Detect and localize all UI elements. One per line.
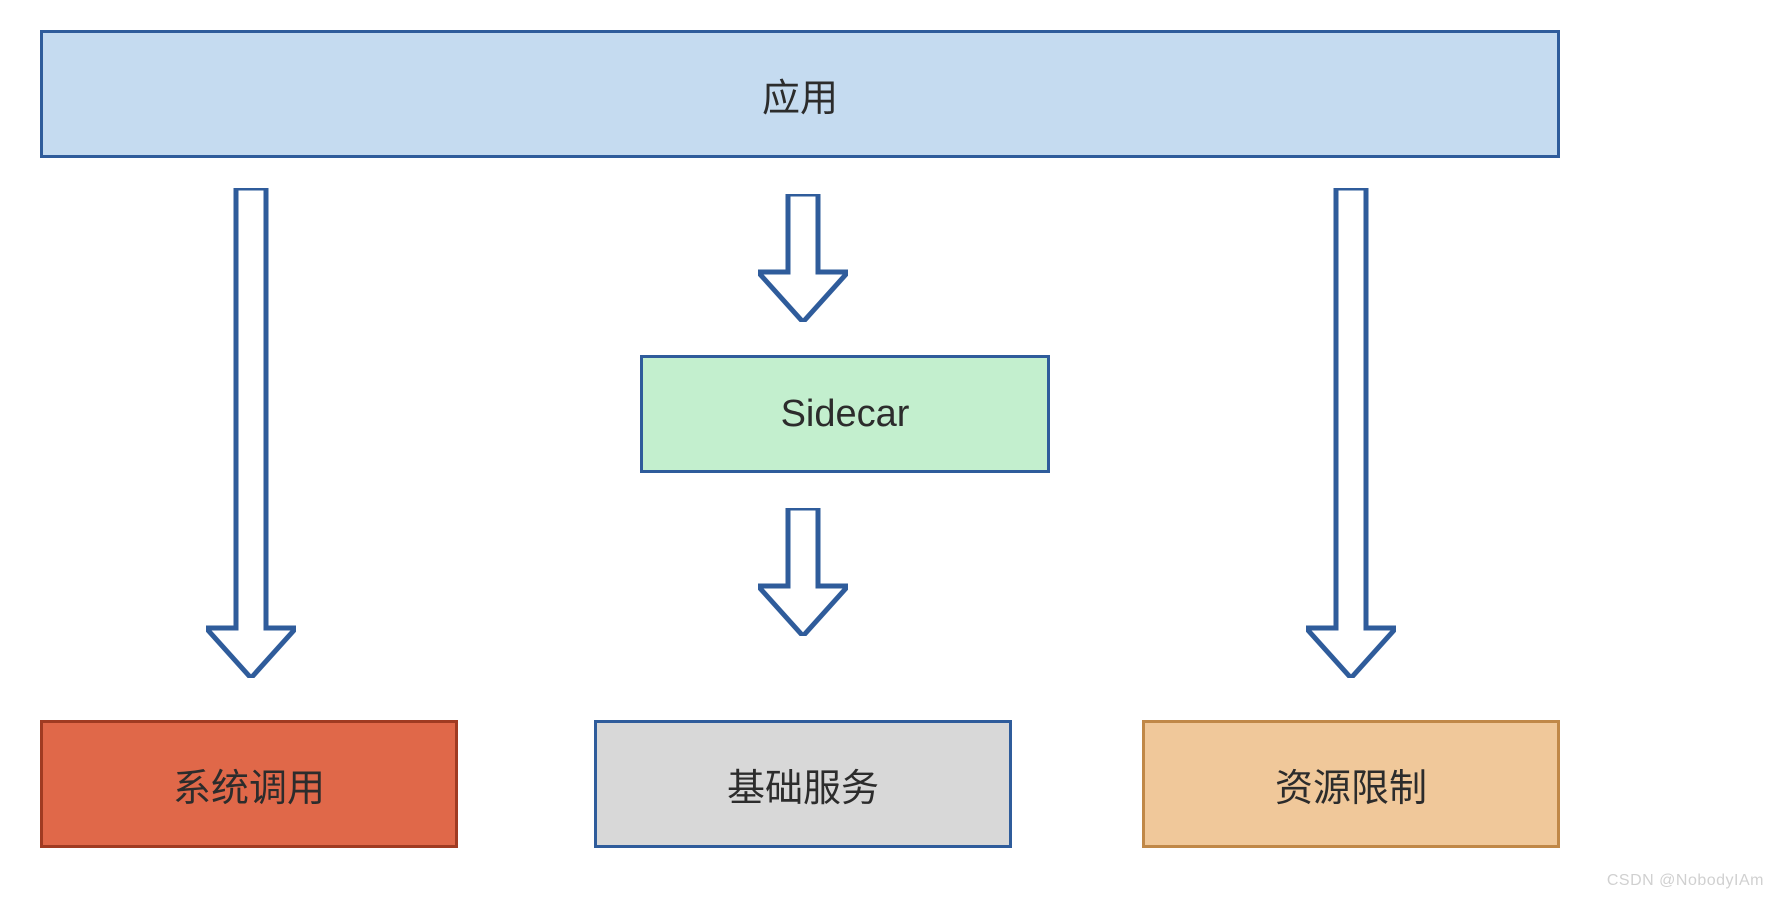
box-application: 应用 <box>40 30 1560 158</box>
arrow-application-to-system-call <box>206 188 296 678</box>
arrow-sidecar-to-base-service <box>758 508 848 636</box>
box-resource-limit-label: 资源限制 <box>1275 757 1427 812</box>
box-resource-limit: 资源限制 <box>1142 720 1560 848</box>
box-sidecar: Sidecar <box>640 355 1050 473</box>
box-base-service: 基础服务 <box>594 720 1012 848</box>
box-system-call: 系统调用 <box>40 720 458 848</box>
box-application-label: 应用 <box>762 67 838 122</box>
watermark: CSDN @NobodyIAm <box>1607 872 1764 890</box>
box-base-service-label: 基础服务 <box>727 757 879 812</box>
box-system-call-label: 系统调用 <box>173 757 325 812</box>
arrow-application-to-sidecar <box>758 194 848 322</box>
box-sidecar-label: Sidecar <box>781 393 910 436</box>
arrow-application-to-resource-limit <box>1306 188 1396 678</box>
